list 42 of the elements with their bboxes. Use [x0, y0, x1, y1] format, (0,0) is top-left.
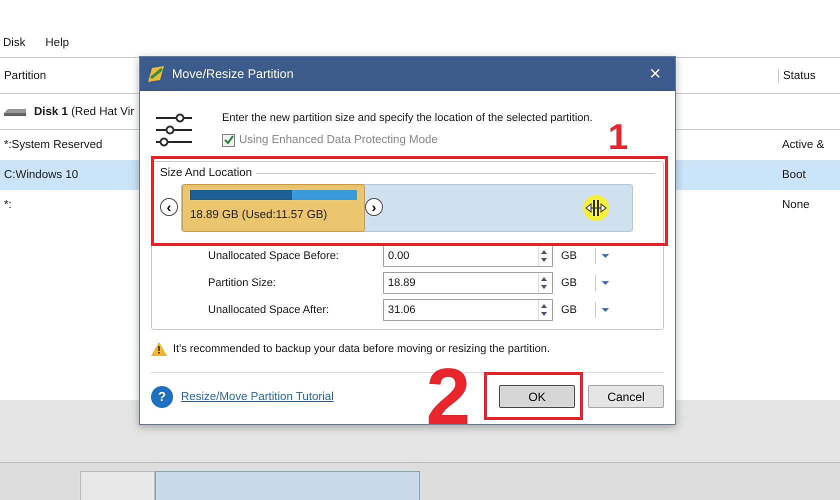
unit-label: GB	[561, 250, 577, 262]
column-header[interactable]: Partition	[4, 70, 46, 82]
table-cell: Boot	[782, 169, 806, 181]
disk-name: Disk 1 (Red Hat Vir	[34, 104, 134, 118]
warning-icon	[151, 342, 167, 356]
left-arrow-button[interactable]: ‹	[160, 198, 178, 216]
dialog-title: Move/Resize Partition	[172, 67, 294, 81]
dropdown-icon[interactable]	[595, 302, 611, 318]
table-cell: C:Windows 10	[4, 169, 78, 181]
tutorial-link[interactable]: Resize/Move Partition Tutorial	[181, 390, 334, 404]
unit-label: GB	[561, 304, 577, 316]
field-label: Unallocated Space Before:	[208, 248, 340, 262]
table-cell: *:	[4, 199, 12, 211]
table-cell: Active &	[782, 139, 824, 151]
step-number: 1	[608, 119, 628, 155]
column-header[interactable]: Status	[783, 70, 816, 82]
number-field[interactable]: 0.00	[383, 244, 553, 266]
step-number: 2	[426, 367, 470, 427]
ok-button[interactable]: OK	[499, 385, 575, 408]
description-text: Enter the new partition size and specify the location of the selected partition.	[222, 111, 593, 125]
help-button[interactable]: ?	[151, 386, 173, 408]
group-title: Size And Location	[160, 166, 252, 180]
app-logo-icon	[146, 64, 166, 84]
menu-item[interactable]: Disk	[3, 36, 26, 57]
dropdown-icon[interactable]	[595, 274, 611, 290]
move-cursor-icon	[582, 194, 610, 222]
partition-size-label: 18.89 GB (Used:11.57 GB)	[190, 208, 328, 222]
unit-label: GB	[561, 276, 577, 288]
field-label: Partition Size:	[208, 276, 277, 290]
table-cell: None	[782, 199, 810, 211]
menu-item[interactable]: Help	[45, 36, 70, 57]
dropdown-icon[interactable]	[595, 248, 611, 264]
close-button[interactable]: ×	[645, 64, 665, 84]
table-cell: *:System Reserved	[4, 139, 102, 151]
number-field[interactable]: 18.89	[383, 272, 553, 294]
cancel-button[interactable]: Cancel	[588, 385, 664, 408]
partition-block[interactable]: 18.89 GB (Used:11.57 GB)	[182, 184, 365, 232]
sliders-icon	[156, 113, 192, 147]
number-field[interactable]: 31.06	[383, 298, 553, 320]
warning-text: It's recommended to backup your data before moving or resizing the partition.	[173, 342, 550, 356]
checkbox-label: Using Enhanced Data Protecting Mode	[239, 133, 438, 147]
field-label: Unallocated Space After:	[208, 302, 330, 316]
